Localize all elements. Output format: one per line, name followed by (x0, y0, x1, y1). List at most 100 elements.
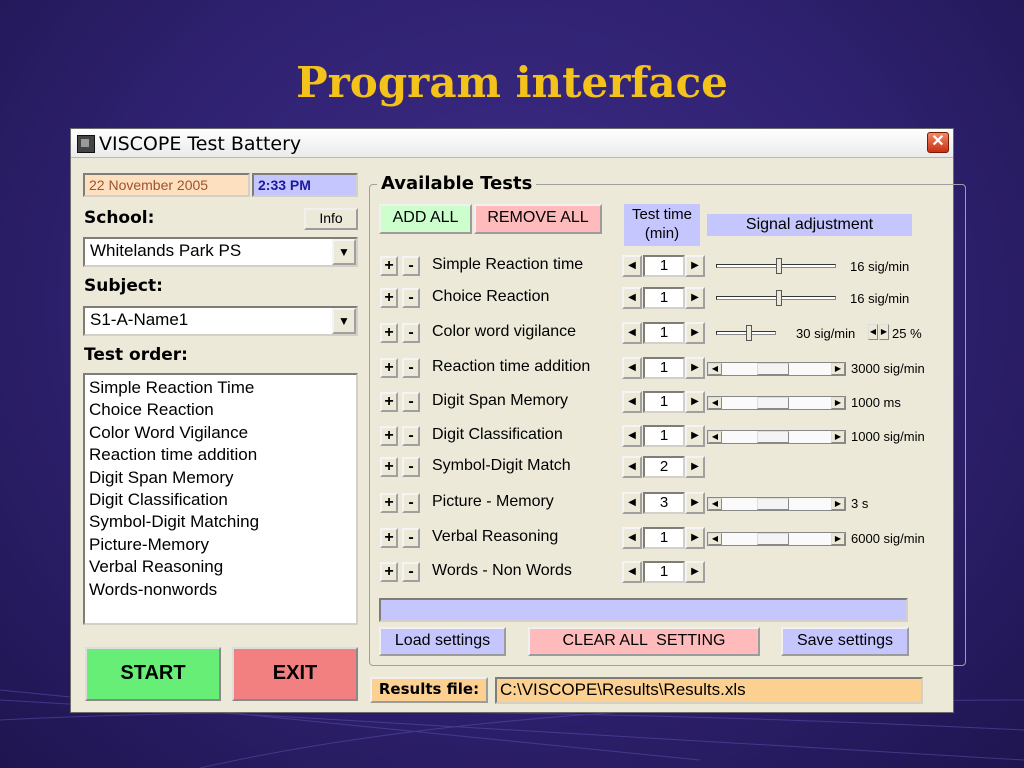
list-item[interactable]: Color Word Vigilance (89, 422, 352, 444)
chevron-down-icon[interactable]: ▼ (332, 239, 356, 265)
minus-button[interactable]: - (402, 358, 420, 378)
school-select[interactable]: Whitelands Park PS ▼ (83, 237, 358, 267)
info-button[interactable]: Info (304, 208, 358, 230)
minus-button[interactable]: - (402, 323, 420, 343)
list-item[interactable]: Verbal Reasoning (89, 556, 352, 578)
minus-button[interactable]: - (402, 426, 420, 446)
minus-button[interactable]: - (402, 457, 420, 477)
chevron-right-icon[interactable]: ▶ (831, 397, 845, 409)
scroll-thumb[interactable] (757, 363, 789, 375)
plus-button[interactable]: + (380, 528, 398, 548)
chevron-right-icon[interactable]: ▶ (685, 322, 705, 344)
plus-button[interactable]: + (380, 426, 398, 446)
chevron-right-icon[interactable]: ▶ (685, 492, 705, 514)
remove-all-button[interactable]: REMOVE ALL (474, 204, 602, 234)
chevron-right-icon[interactable]: ▶ (685, 527, 705, 549)
minus-button[interactable]: - (402, 288, 420, 308)
chevron-right-icon[interactable]: ▶ (685, 287, 705, 309)
scroll-thumb[interactable] (757, 431, 789, 443)
slider-thumb[interactable] (746, 325, 752, 341)
chevron-right-icon[interactable]: ▶ (831, 533, 845, 545)
minus-button[interactable]: - (402, 392, 420, 412)
signal-scrollbar[interactable]: ◀ ▶ (707, 497, 846, 511)
chevron-left-icon[interactable]: ◀ (868, 324, 878, 340)
signal-scrollbar[interactable]: ◀ ▶ (707, 532, 846, 546)
test-time-value[interactable]: 1 (643, 561, 685, 583)
add-all-button[interactable]: ADD ALL (379, 204, 472, 234)
list-item[interactable]: Symbol-Digit Matching (89, 511, 352, 533)
chevron-right-icon[interactable]: ▶ (879, 324, 889, 340)
signal-scrollbar[interactable]: ◀ ▶ (707, 396, 846, 410)
chevron-left-icon[interactable]: ◀ (622, 527, 642, 549)
chevron-right-icon[interactable]: ▶ (685, 456, 705, 478)
chevron-left-icon[interactable]: ◀ (622, 287, 642, 309)
plus-button[interactable]: + (380, 358, 398, 378)
chevron-right-icon[interactable]: ▶ (831, 363, 845, 375)
signal-scrollbar[interactable]: ◀ ▶ (707, 430, 846, 444)
test-order-list[interactable]: Simple Reaction Time Choice Reaction Col… (83, 373, 358, 625)
chevron-left-icon[interactable]: ◀ (622, 492, 642, 514)
chevron-left-icon[interactable]: ◀ (708, 397, 722, 409)
test-time-value[interactable]: 1 (643, 425, 685, 447)
title-bar[interactable]: VISCOPE Test Battery ✕ (71, 129, 953, 158)
test-time-value[interactable]: 1 (643, 527, 685, 549)
save-settings-button[interactable]: Save settings (781, 627, 909, 656)
list-item[interactable]: Reaction time addition (89, 444, 352, 466)
test-time-value[interactable]: 1 (643, 287, 685, 309)
load-settings-button[interactable]: Load settings (379, 627, 506, 656)
chevron-right-icon[interactable]: ▶ (685, 561, 705, 583)
scroll-thumb[interactable] (757, 397, 789, 409)
test-time-value[interactable]: 1 (643, 322, 685, 344)
minus-button[interactable]: - (402, 528, 420, 548)
scroll-thumb[interactable] (757, 498, 789, 510)
chevron-left-icon[interactable]: ◀ (708, 533, 722, 545)
chevron-right-icon[interactable]: ▶ (685, 255, 705, 277)
chevron-down-icon[interactable]: ▼ (332, 308, 356, 334)
list-item[interactable]: Words-nonwords (89, 579, 352, 601)
plus-button[interactable]: + (380, 562, 398, 582)
chevron-left-icon[interactable]: ◀ (622, 561, 642, 583)
clear-all-button[interactable]: CLEAR ALL SETTING (528, 627, 760, 656)
close-button[interactable]: ✕ (927, 132, 949, 153)
chevron-right-icon[interactable]: ▶ (685, 357, 705, 379)
chevron-left-icon[interactable]: ◀ (622, 425, 642, 447)
plus-button[interactable]: + (380, 457, 398, 477)
minus-button[interactable]: - (402, 562, 420, 582)
chevron-right-icon[interactable]: ▶ (831, 498, 845, 510)
chevron-left-icon[interactable]: ◀ (622, 357, 642, 379)
chevron-left-icon[interactable]: ◀ (622, 391, 642, 413)
slider-thumb[interactable] (776, 258, 782, 274)
test-time-value[interactable]: 1 (643, 255, 685, 277)
list-item[interactable]: Digit Classification (89, 489, 352, 511)
chevron-left-icon[interactable]: ◀ (708, 363, 722, 375)
list-item[interactable]: Digit Span Memory (89, 467, 352, 489)
chevron-left-icon[interactable]: ◀ (708, 431, 722, 443)
minus-button[interactable]: - (402, 493, 420, 513)
plus-button[interactable]: + (380, 288, 398, 308)
chevron-right-icon[interactable]: ▶ (685, 425, 705, 447)
chevron-left-icon[interactable]: ◀ (622, 322, 642, 344)
chevron-right-icon[interactable]: ▶ (685, 391, 705, 413)
test-time-value[interactable]: 1 (643, 391, 685, 413)
list-item[interactable]: Picture-Memory (89, 534, 352, 556)
results-path-field[interactable]: C:\VISCOPE\Results\Results.xls (495, 677, 923, 704)
scroll-thumb[interactable] (757, 533, 789, 545)
chevron-left-icon[interactable]: ◀ (622, 456, 642, 478)
start-button[interactable]: START (85, 647, 221, 701)
chevron-left-icon[interactable]: ◀ (622, 255, 642, 277)
plus-button[interactable]: + (380, 392, 398, 412)
subject-select[interactable]: S1-A-Name1 ▼ (83, 306, 358, 336)
signal-scrollbar[interactable]: ◀ ▶ (707, 362, 846, 376)
test-time-value[interactable]: 3 (643, 492, 685, 514)
results-file-label[interactable]: Results file: (370, 677, 488, 703)
test-time-value[interactable]: 1 (643, 357, 685, 379)
plus-button[interactable]: + (380, 323, 398, 343)
plus-button[interactable]: + (380, 493, 398, 513)
chevron-left-icon[interactable]: ◀ (708, 498, 722, 510)
slider-thumb[interactable] (776, 290, 782, 306)
test-time-value[interactable]: 2 (643, 456, 685, 478)
exit-button[interactable]: EXIT (232, 647, 358, 701)
minus-button[interactable]: - (402, 256, 420, 276)
list-item[interactable]: Choice Reaction (89, 399, 352, 421)
list-item[interactable]: Simple Reaction Time (89, 377, 352, 399)
